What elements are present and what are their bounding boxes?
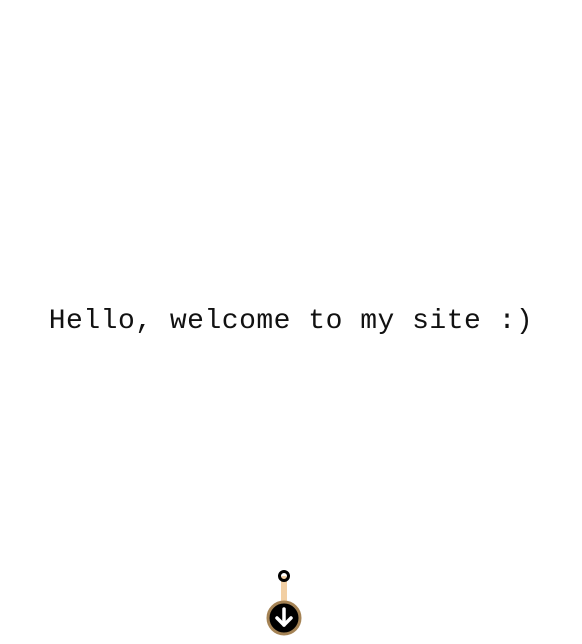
- arrow-down-circle-icon[interactable]: [266, 600, 302, 636]
- welcome-heading: Hello, welcome to my site :): [48, 306, 534, 337]
- scroll-indicator-graphic[interactable]: [264, 568, 304, 638]
- scroll-down-indicator[interactable]: [264, 568, 304, 638]
- page: Hello, welcome to my site :): [0, 0, 582, 644]
